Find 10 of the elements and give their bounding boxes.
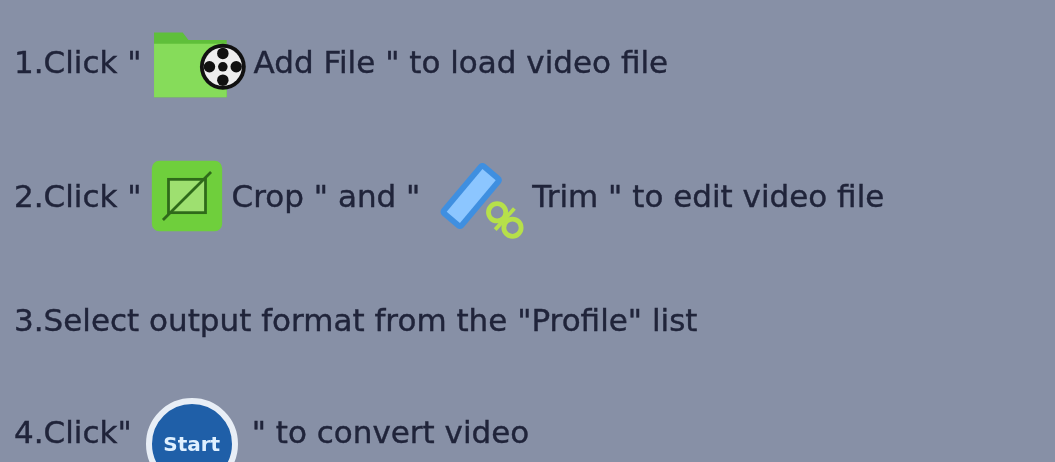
instruction-text: 1.Click " xyxy=(14,44,142,80)
crop-frame-icon xyxy=(149,159,224,233)
instruction-text: 3.Select output format from the "Profile" list xyxy=(14,302,698,338)
instruction-text: Trim " to edit video file xyxy=(532,178,885,214)
instruction-text: 4.Click" xyxy=(14,414,132,450)
instruction-text: " to convert video xyxy=(251,414,530,450)
start-button-icon: Start xyxy=(145,398,238,462)
instruction-text: Crop " and " xyxy=(231,178,421,214)
instruction-text: 2.Click " xyxy=(14,178,142,214)
instruction-text: Add File " to load video file xyxy=(253,44,669,80)
